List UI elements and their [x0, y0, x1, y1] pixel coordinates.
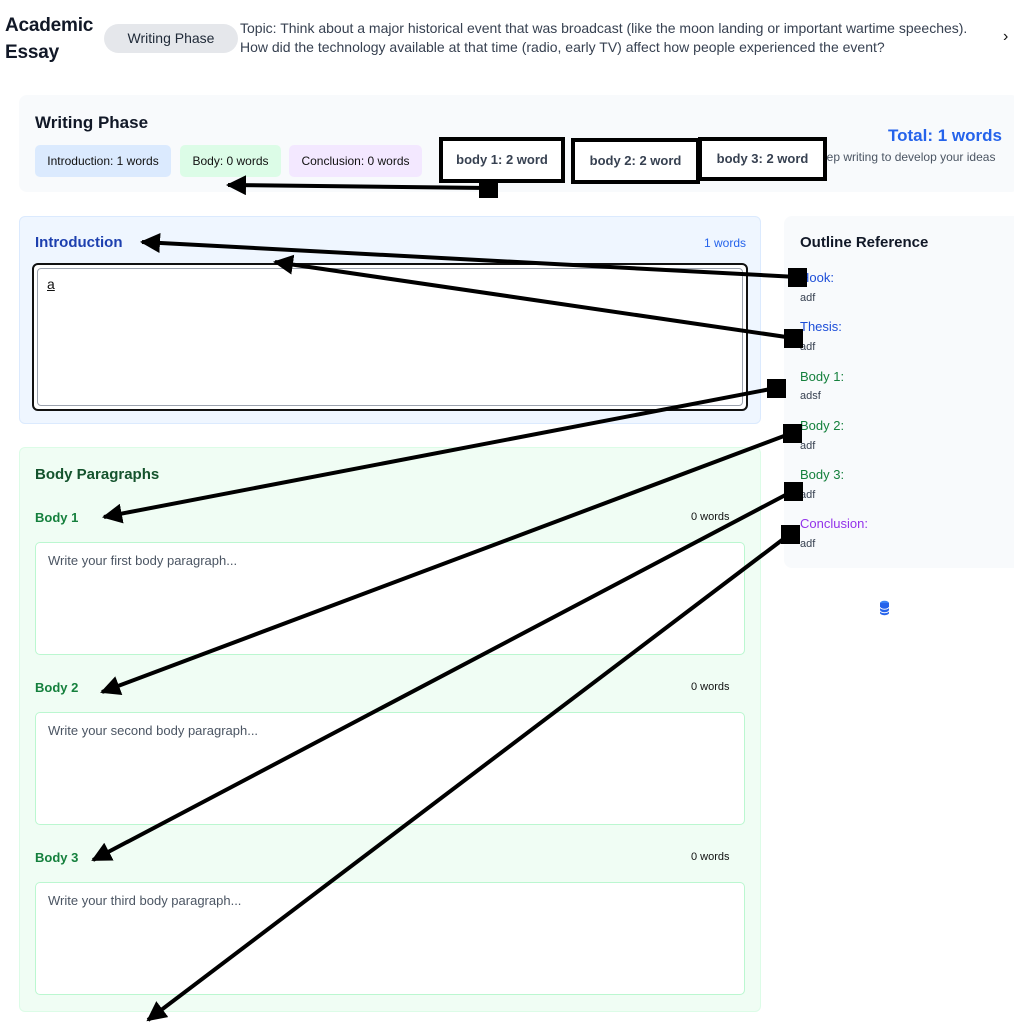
introduction-title: Introduction [35, 234, 123, 251]
annotation-anchor [784, 482, 803, 501]
body3-placeholder: Write your third body paragraph... [48, 893, 242, 908]
introduction-text: a [47, 276, 55, 292]
outline-body1-value: adsf [800, 390, 821, 402]
database-icon[interactable] [879, 600, 890, 616]
total-word-count: Total: 1 words [888, 126, 1002, 145]
annotation-anchor [788, 268, 807, 287]
outline-body3-label: Body 3: [800, 467, 845, 482]
outline-hook-value: adf [800, 292, 816, 304]
annotation-anchor [781, 525, 800, 544]
app-title: Academic Essay [5, 15, 94, 63]
annotation-anchor [767, 379, 786, 398]
keep-writing-hint: eep writing to develop your ideas [820, 150, 996, 164]
introduction-word-count: 1 words [703, 236, 746, 250]
callout-body3: body 3: 2 word [698, 137, 827, 181]
outline-body2-label: Body 2: [800, 418, 845, 433]
outline-thesis-label: Thesis: [800, 319, 842, 334]
outline-body1-label: Body 1: [800, 369, 845, 384]
callout-body2: body 2: 2 word [571, 138, 700, 184]
body2-placeholder: Write your second body paragraph... [48, 723, 259, 738]
annotation-anchor [784, 329, 803, 348]
body2-word-count: 0 words [691, 681, 730, 693]
body1-label: Body 1 [35, 510, 79, 525]
topic-text: Topic: Think about a major historical ev… [240, 20, 968, 55]
outline-title: Outline Reference [800, 234, 929, 251]
body1-word-count: 0 words [691, 511, 730, 523]
chevron-right-icon[interactable]: › [1003, 28, 1008, 46]
outline-body2-value: adf [800, 440, 816, 452]
body3-label: Body 3 [35, 850, 79, 865]
phase-badge: Writing Phase [104, 24, 238, 53]
body1-placeholder: Write your first body paragraph... [48, 553, 238, 568]
body-count-pill: Body: 0 words [180, 145, 281, 177]
callout-body1: body 1: 2 word [439, 137, 565, 183]
body3-word-count: 0 words [691, 851, 730, 863]
annotation-anchor [783, 424, 802, 443]
outline-conclusion-value: adf [800, 538, 816, 550]
body2-label: Body 2 [35, 680, 79, 695]
annotation-anchor [479, 179, 498, 198]
intro-count-pill: Introduction: 1 words [35, 145, 171, 177]
outline-conclusion-label: Conclusion: [800, 516, 868, 531]
conclusion-count-pill: Conclusion: 0 words [289, 145, 422, 177]
body-paragraphs-title: Body Paragraphs [35, 466, 160, 483]
introduction-textarea[interactable] [32, 263, 748, 411]
summary-title: Writing Phase [35, 113, 149, 132]
